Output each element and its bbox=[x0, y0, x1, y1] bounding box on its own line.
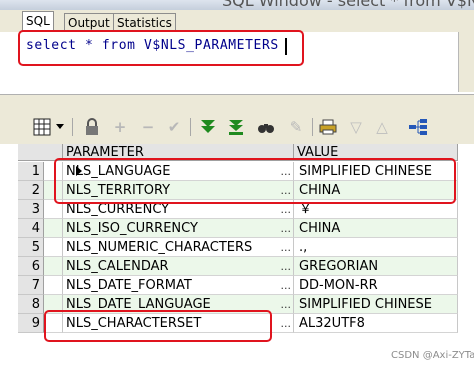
row-gutter bbox=[44, 257, 63, 276]
find-icon[interactable] bbox=[256, 117, 276, 137]
grid-icon[interactable] bbox=[32, 117, 52, 137]
cell-value[interactable]: DD-MON-RR bbox=[294, 276, 458, 295]
cell-parameter[interactable]: NLS_CALENDAR... bbox=[63, 257, 294, 276]
row-number: 3 bbox=[18, 200, 44, 219]
table-row[interactable]: 4 NLS_ISO_CURRENCY... CHINA bbox=[0, 219, 474, 238]
toolbar-separator bbox=[72, 118, 73, 136]
cell-edit-button[interactable]: ... bbox=[281, 238, 292, 256]
remove-icon[interactable]: − bbox=[138, 117, 158, 137]
cell-value[interactable]: GREGORIAN bbox=[294, 257, 458, 276]
cell-value[interactable]: CHINA bbox=[294, 219, 458, 238]
window-title-bar: SQL Window - select * from V$NLS_PARAMET… bbox=[0, 0, 474, 10]
row-number: 9 bbox=[18, 314, 44, 333]
table-row[interactable]: 7 NLS_DATE_FORMAT... DD-MON-RR bbox=[0, 276, 474, 295]
toolbar-separator bbox=[312, 118, 313, 136]
cell-edit-button[interactable]: ... bbox=[281, 276, 292, 294]
cell-edit-button[interactable]: ... bbox=[281, 314, 292, 332]
lock-icon[interactable] bbox=[82, 117, 102, 137]
row-number: 7 bbox=[18, 276, 44, 295]
cell-edit-button[interactable]: ... bbox=[281, 257, 292, 275]
filter-icon[interactable]: ▽ bbox=[346, 117, 366, 137]
cell-edit-button[interactable]: ... bbox=[281, 295, 292, 313]
row-number: 1 bbox=[18, 162, 44, 181]
row-number: 2 bbox=[18, 181, 44, 200]
table-row[interactable]: 5 NLS_NUMERIC_CHARACTERS... ., bbox=[0, 238, 474, 257]
watermark-text: CSDN @Axi-ZYTao bbox=[391, 350, 474, 361]
row-gutter bbox=[44, 219, 63, 238]
toolbar-separator bbox=[190, 118, 191, 136]
result-toolbar: + − ✔ ✎ ▽ △ bbox=[0, 110, 474, 144]
annotation-box-language-territory bbox=[54, 158, 456, 204]
dropdown-arrow-icon[interactable] bbox=[54, 117, 66, 137]
row-number: 8 bbox=[18, 295, 44, 314]
row-number: 4 bbox=[18, 219, 44, 238]
post-changes-icon[interactable]: ✔ bbox=[164, 117, 184, 137]
cell-parameter[interactable]: NLS_NUMERIC_CHARACTERS... bbox=[63, 238, 294, 257]
filter-up-icon[interactable]: △ bbox=[372, 117, 392, 137]
annotation-box-query bbox=[18, 30, 304, 66]
fetch-next-icon[interactable] bbox=[198, 117, 218, 137]
row-gutter bbox=[44, 276, 63, 295]
cell-value[interactable]: AL32UTF8 bbox=[294, 314, 458, 333]
window-title: SQL Window - select * from V$NLS_PARAMET… bbox=[222, 0, 474, 10]
cell-parameter[interactable]: NLS_ISO_CURRENCY... bbox=[63, 219, 294, 238]
tree-icon[interactable] bbox=[408, 117, 428, 137]
row-number: 6 bbox=[18, 257, 44, 276]
cell-value[interactable]: SIMPLIFIED CHINESE bbox=[294, 295, 458, 314]
add-icon[interactable]: + bbox=[110, 117, 130, 137]
clear-icon[interactable]: ✎ bbox=[286, 117, 306, 137]
cell-edit-button[interactable]: ... bbox=[281, 219, 292, 237]
row-number: 5 bbox=[18, 238, 44, 257]
table-row[interactable]: 6 NLS_CALENDAR... GREGORIAN bbox=[0, 257, 474, 276]
print-icon[interactable] bbox=[318, 117, 338, 137]
cell-value[interactable]: ., bbox=[294, 238, 458, 257]
editor-scrollbar[interactable] bbox=[458, 32, 474, 92]
cell-parameter[interactable]: NLS_DATE_FORMAT... bbox=[63, 276, 294, 295]
fetch-all-icon[interactable] bbox=[226, 117, 246, 137]
annotation-box-characterset bbox=[44, 310, 272, 342]
row-gutter bbox=[44, 238, 63, 257]
